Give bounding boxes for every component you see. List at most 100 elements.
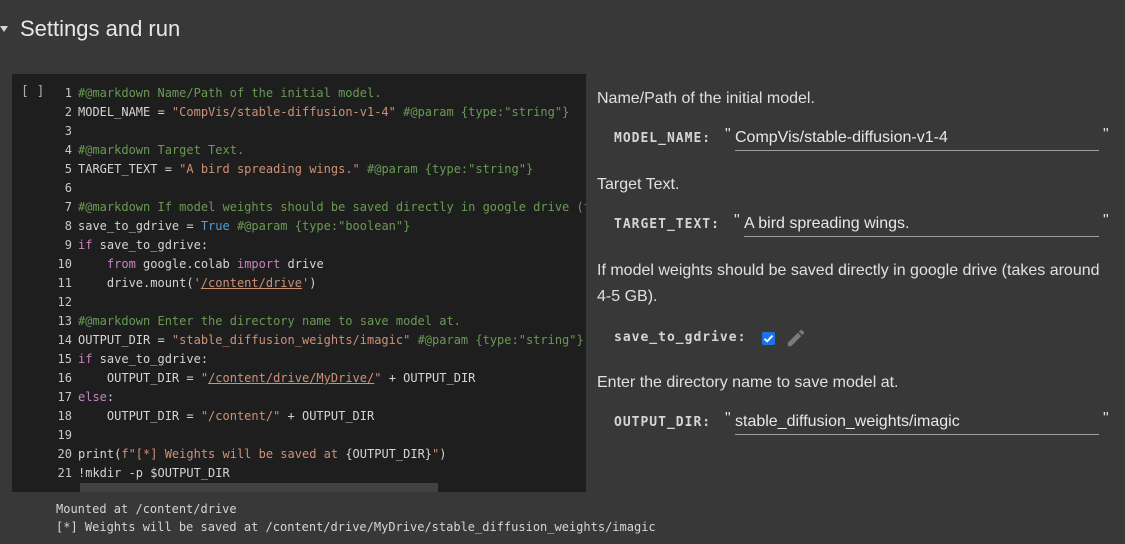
- line-number: 19: [57, 428, 72, 442]
- code-line: 6: [56, 179, 586, 198]
- line-number: 15: [57, 352, 72, 366]
- code-line: 21 !mkdir -p $OUTPUT_DIR: [56, 464, 586, 483]
- code-line: 15 if save_to_gdrive:: [56, 350, 586, 369]
- line-number: 9: [64, 238, 72, 252]
- close-quote: ": [1103, 410, 1109, 427]
- save-to-gdrive-description: If model weights should be saved directl…: [597, 262, 1100, 305]
- horizontal-scrollbar[interactable]: [80, 483, 438, 492]
- code-token: #@markdown Name/Path of the initial mode…: [78, 86, 382, 100]
- code-token: save_to_gdrive =: [78, 219, 201, 233]
- code-token: ': [193, 276, 201, 290]
- line-number: 16: [57, 371, 72, 385]
- code-line: 8 save_to_gdrive = True #@param {type:"bo…: [56, 217, 586, 236]
- line-number: 11: [57, 276, 72, 290]
- line-number: 7: [64, 200, 72, 214]
- code-line: 12: [56, 293, 586, 312]
- code-token: True: [200, 219, 230, 233]
- output-dir-label: OUTPUT_DIR:: [614, 415, 712, 430]
- line-number: 6: [64, 181, 72, 195]
- code-token: {OUTPUT_DIR}: [345, 447, 433, 461]
- line-number: 20: [57, 447, 72, 461]
- code-line: 7 #@markdown If model weights should be s…: [56, 198, 586, 217]
- code-token: TARGET_TEXT =: [78, 162, 180, 176]
- target-text-field[interactable]: A bird spreading wings.: [744, 212, 1099, 237]
- target-text-label: TARGET_TEXT:: [614, 217, 720, 232]
- code-token: #@param {type:"boolean"}: [229, 219, 411, 233]
- code-token: #@markdown Target Text.: [78, 143, 245, 157]
- code-token: MODEL_NAME =: [78, 105, 172, 119]
- code-line: 4 #@markdown Target Text.: [56, 141, 586, 160]
- code-token: import: [236, 257, 281, 271]
- run-cell-button[interactable]: [ ]: [21, 84, 44, 99]
- output-dir-field[interactable]: stable_diffusion_weights/imagic: [735, 410, 1099, 435]
- cell-output: Mounted at /content/drive [*] Weights wi…: [56, 500, 656, 536]
- model-name-description: Name/Path of the initial model.: [597, 90, 815, 107]
- code-token: if: [78, 238, 93, 252]
- code-token: /content/drive/MyDrive/: [208, 371, 375, 385]
- code-token: print: [78, 447, 115, 461]
- code-token: !mkdir -p $OUTPUT_DIR: [78, 466, 230, 480]
- code-token: if: [78, 352, 93, 366]
- line-number: 2: [64, 105, 72, 119]
- line-number: 18: [57, 409, 72, 423]
- code-token: + OUTPUT_DIR: [280, 409, 375, 423]
- model-name-field[interactable]: CompVis/stable-diffusion-v1-4: [735, 126, 1099, 151]
- code-token: else: [78, 390, 107, 404]
- save-to-gdrive-label: save_to_gdrive:: [614, 330, 747, 345]
- code-line: 17 else:: [56, 388, 586, 407]
- line-number: 13: [57, 314, 72, 328]
- code-token: #@param {type:"string"}: [359, 162, 534, 176]
- code-cell[interactable]: [ ] 1 #@markdown Name/Path of the initial…: [12, 74, 586, 492]
- close-quote: ": [1103, 126, 1109, 143]
- code-line: 13 #@markdown Enter the directory name to…: [56, 312, 586, 331]
- code-token: OUTPUT_DIR =: [78, 371, 201, 385]
- section-header[interactable]: Settings and run: [0, 12, 180, 46]
- output-line: Mounted at /content/drive: [56, 502, 237, 516]
- code-token: :: [106, 390, 115, 404]
- line-number: 1: [64, 86, 72, 100]
- output-line: [*] Weights will be saved at /content/dr…: [56, 520, 656, 534]
- collapse-caret-icon[interactable]: [0, 26, 8, 32]
- code-token: ": [200, 371, 209, 385]
- line-number: 14: [57, 333, 72, 347]
- code-line: 2 MODEL_NAME = "CompVis/stable-diffusion-…: [56, 103, 586, 122]
- code-token: save_to_gdrive:: [92, 238, 209, 252]
- save-to-gdrive-checkbox[interactable]: [762, 332, 775, 345]
- model-name-label: MODEL_NAME:: [614, 131, 712, 146]
- code-token: OUTPUT_DIR =: [78, 409, 201, 423]
- code-token: "CompVis/stable-diffusion-v1-4": [171, 105, 396, 119]
- line-number: 12: [57, 295, 72, 309]
- code-line: 18 OUTPUT_DIR = "/content/" + OUTPUT_DIR: [56, 407, 586, 426]
- line-number: 5: [64, 162, 72, 176]
- output-dir-description: Enter the directory name to save model a…: [597, 374, 899, 391]
- code-token: "A bird spreading wings.": [179, 162, 360, 176]
- code-token: #@markdown If model weights should be sa…: [78, 200, 586, 214]
- code-token: ): [309, 276, 317, 290]
- line-number: 8: [64, 219, 72, 233]
- code-token: drive.mount(: [78, 276, 194, 290]
- code-line: 5 TARGET_TEXT = "A bird spreading wings."…: [56, 160, 586, 179]
- line-number: 17: [57, 390, 72, 404]
- code-line: 20 print(f"[*] Weights will be saved at {…: [56, 445, 586, 464]
- line-number: 21: [57, 466, 72, 480]
- code-token: #@markdown Enter the directory name to s…: [78, 314, 461, 328]
- code-line: 1 #@markdown Name/Path of the initial mod…: [56, 84, 586, 103]
- code-token: drive: [280, 257, 324, 271]
- code-line: 11 drive.mount('/content/drive'): [56, 274, 586, 293]
- code-line: 10 from google.colab import drive: [56, 255, 586, 274]
- line-number: 10: [57, 257, 72, 271]
- line-number: 4: [64, 143, 72, 157]
- close-quote: ": [1103, 212, 1109, 229]
- code-token: f"[*] Weights will be saved at: [121, 447, 346, 461]
- code-token: #@param {type:"string"}: [410, 333, 584, 347]
- edit-pencil-icon[interactable]: [785, 327, 807, 349]
- open-quote: ": [725, 126, 731, 143]
- code-token: google.colab: [135, 257, 237, 271]
- code-line: 16 OUTPUT_DIR = "/content/drive/MyDrive/…: [56, 369, 586, 388]
- open-quote: ": [734, 212, 740, 229]
- code-editor[interactable]: 1 #@markdown Name/Path of the initial mod…: [56, 84, 586, 483]
- code-line: 3: [56, 122, 586, 141]
- line-number: 3: [64, 124, 72, 138]
- code-token: from: [106, 257, 136, 271]
